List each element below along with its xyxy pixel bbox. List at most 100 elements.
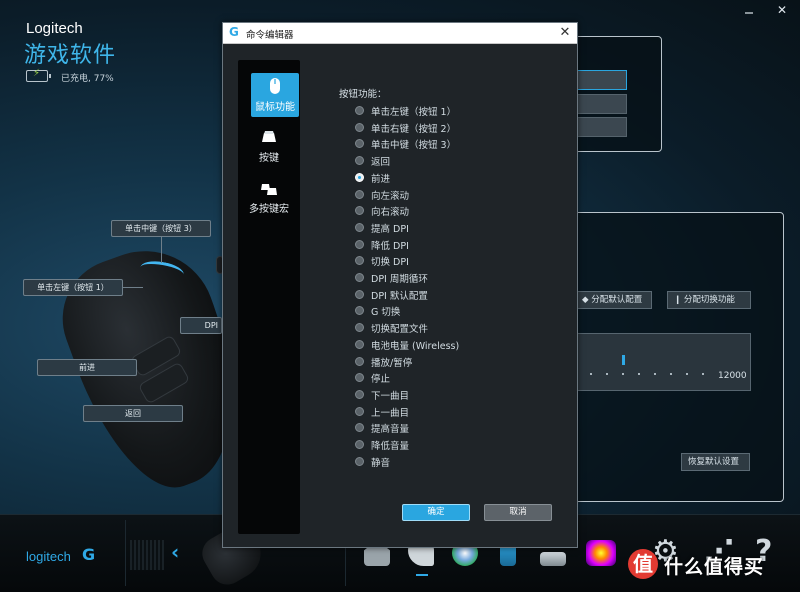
battery-status: 已充电, 77% [61,74,114,84]
radio-button[interactable] [355,306,364,316]
option-label: 向右滚动 [371,207,410,219]
option-label: 降低音量 [371,441,410,452]
dpi-tick [670,373,672,375]
brand-name: Logitech [26,20,83,37]
radio-button[interactable] [355,389,364,399]
restore-defaults-button[interactable]: 恢复默认设置 [681,453,750,471]
cancel-button[interactable]: 取消 [484,504,552,521]
nav-label: 多按键宏 [249,204,289,215]
dpi-tick [606,373,608,375]
nav-label: 鼠标功能 [255,102,295,113]
button-function-header: 按钮功能： [339,89,387,100]
dpi-tick [654,373,656,375]
radio-button[interactable] [355,256,364,266]
assign-switch-label: 分配切换功能 [683,295,735,305]
profile-slot-2[interactable] [575,94,627,114]
surface-tuning-icon[interactable] [540,552,566,566]
watermark-text: 什么值得买 [664,556,765,578]
command-editor-dialog: G 命令编辑器 ✕ 鼠标功能 按键 多按键宏 按钮功能： 单击左键（按钮 1） … [222,22,578,548]
diamond-icon: ◆ [582,295,592,305]
radio-button[interactable] [355,222,364,232]
callout-left-click[interactable]: 单击左键（按钮 1） [23,279,123,296]
command-category-nav: 鼠标功能 按键 多按键宏 [238,60,300,534]
option-label: G 切换 [371,307,401,319]
battery-icon: ⚡ [26,68,51,82]
profile-slot-1[interactable] [575,70,627,90]
radio-button[interactable] [355,406,364,416]
option-label: 上一曲目 [371,407,410,419]
option-label: 提高 DPI [371,223,409,235]
dpi-slider[interactable] [575,333,751,391]
heatmap-icon[interactable] [586,540,616,566]
option-label: 单击左键（按钮 1） [371,107,457,118]
option-label: 电池电量 (Wireless) [371,340,460,352]
radio-button[interactable] [355,206,364,216]
dialog-titlebar[interactable]: G 命令编辑器 ✕ [223,23,577,44]
device-prev-button[interactable]: ‹ [171,540,179,564]
keyboard-device-thumbnail[interactable] [130,540,164,570]
callout-connector [161,237,162,263]
option-label: 提高音量 [371,424,410,436]
dpi-tick [638,373,640,375]
radio-button[interactable] [355,440,364,449]
radio-button[interactable] [355,356,364,366]
bar-icon: ❙ [674,295,684,305]
radio-button[interactable] [355,106,364,115]
dialog-title: 命令编辑器 [246,30,294,41]
mouse-icon [270,78,280,94]
option-label: 单击右键（按钮 2） [371,123,457,135]
callout-back[interactable]: 返回 [83,405,183,422]
option-label: 静音 [371,457,391,469]
window-close-button[interactable]: ✕ [771,0,793,20]
option-label: 播放/暂停 [371,357,413,369]
ok-button[interactable]: 确定 [402,504,470,521]
watermark: 值 什么值得买 [628,549,798,579]
watermark-logo: 值 [628,549,658,579]
radio-button[interactable] [355,239,364,249]
assign-default-label: 分配默认配置 [591,295,643,305]
option-label: DPI 周期循环 [371,274,428,285]
logitech-gaming-software-window: ✕ Logitech 游戏软件 ⚡ 已充电, 77% ◆ 分配默认配置 ❙ 分配… [0,0,800,592]
radio-button-selected[interactable] [355,172,364,182]
option-label: 向左滚动 [371,190,410,202]
radio-button[interactable] [355,289,364,299]
option-label: 返回 [371,157,391,169]
radio-button[interactable] [355,323,364,333]
option-label: 单击中键（按钮 3） [371,140,457,152]
radio-button[interactable] [355,273,364,282]
callout-forward[interactable]: 前进 [37,359,137,376]
dialog-close-button[interactable]: ✕ [557,25,573,41]
logitech-g-icon: G [229,25,239,39]
option-label: 降低 DPI [371,240,409,252]
dpi-max-label: 12000 [718,371,747,381]
bolt-icon: ⚡ [33,68,41,79]
option-label: 停止 [371,374,391,386]
option-label: 下一曲目 [371,390,410,402]
radio-button[interactable] [355,373,364,383]
app-title: 游戏软件 [24,43,117,68]
radio-button[interactable] [355,456,364,466]
assign-switch-button[interactable]: ❙ 分配切换功能 [667,291,751,309]
toolbar-divider [125,520,126,586]
logitech-logo: logitech [26,549,71,564]
callout-dpi[interactable]: DPI [180,317,222,334]
logitech-g-icon: G [82,545,96,564]
nav-multikey-macro[interactable]: 多按键宏 [238,175,300,219]
nav-keystroke[interactable]: 按键 [238,124,300,168]
nav-label: 按键 [259,153,279,164]
window-minimize-button[interactable] [738,0,760,20]
option-label: DPI 默认配置 [371,290,428,302]
dpi-slider-marker[interactable] [622,355,625,365]
nav-mouse-functions[interactable]: 鼠标功能 [251,73,299,117]
radio-button[interactable] [355,339,364,349]
radio-button[interactable] [355,139,364,149]
profile-slot-3[interactable] [575,117,627,137]
radio-button[interactable] [355,122,364,132]
minimize-icon [745,12,753,14]
radio-button[interactable] [355,189,364,199]
radio-button[interactable] [355,156,364,166]
callout-middle-click[interactable]: 单击中键（按钮 3） [111,220,211,237]
callout-connector [123,287,143,288]
assign-default-button[interactable]: ◆ 分配默认配置 [575,291,652,309]
radio-button[interactable] [355,423,364,433]
